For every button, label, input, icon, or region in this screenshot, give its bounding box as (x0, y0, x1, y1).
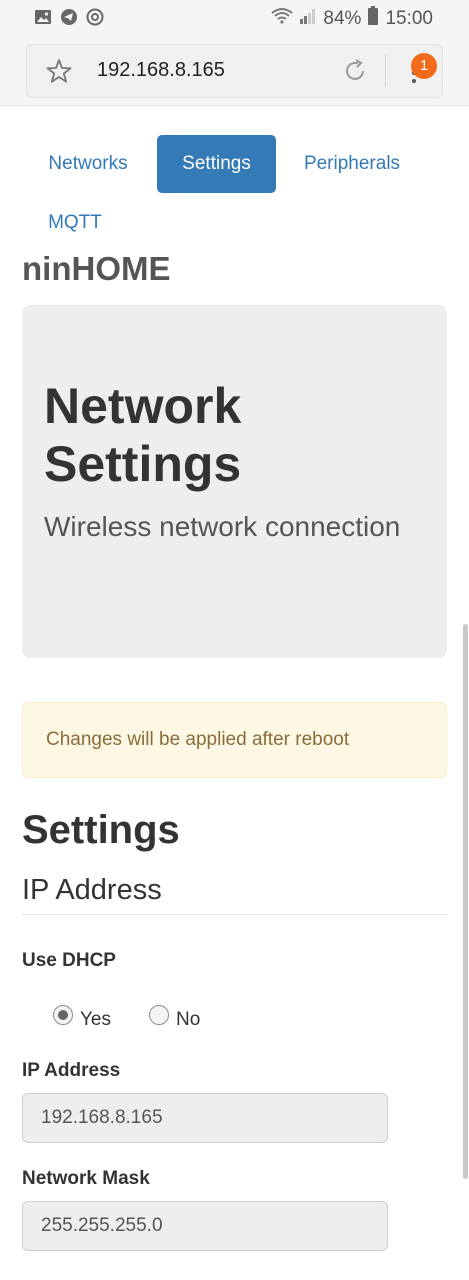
battery-icon (367, 6, 379, 32)
page-scrollbar[interactable] (463, 624, 468, 1179)
clock: 15:00 (385, 8, 433, 29)
reload-icon[interactable] (341, 57, 369, 85)
url-text[interactable]: 192.168.8.165 (97, 59, 225, 82)
browser-toolbar: 192.168.8.165 1 (0, 36, 469, 106)
toolbar-divider (385, 55, 386, 87)
status-bar: 84% 15:00 (0, 0, 469, 36)
tab-peripherals[interactable]: Peripherals (292, 135, 412, 193)
settings-heading: Settings (22, 808, 180, 852)
brand-title: ninHOME (22, 250, 171, 287)
ip-address-label: IP Address (22, 1060, 121, 1081)
alert-message: Changes will be applied after reboot (46, 729, 350, 750)
dhcp-no-radio[interactable] (149, 1005, 169, 1025)
address-bar[interactable]: 192.168.8.165 1 (26, 44, 443, 98)
tab-mqtt[interactable]: MQTT (36, 194, 114, 252)
dhcp-no-label[interactable]: No (176, 1009, 200, 1031)
divider (22, 914, 447, 915)
signal-icon (299, 7, 317, 31)
dhcp-yes-radio[interactable] (53, 1005, 73, 1025)
notification-badge[interactable]: 1 (411, 53, 437, 79)
network-mask-field[interactable]: 255.255.255.0 (22, 1201, 388, 1251)
tab-settings[interactable]: Settings (157, 135, 276, 193)
wifi-icon (271, 7, 294, 31)
network-mask-label: Network Mask (22, 1168, 150, 1189)
status-left-icons (34, 8, 104, 26)
telegram-icon (60, 8, 78, 26)
page-subtitle: Wireless network connection (44, 511, 401, 542)
section-title: IP Address (22, 874, 162, 906)
dhcp-yes-label[interactable]: Yes (80, 1009, 111, 1031)
at-sync-icon (86, 8, 104, 26)
page-title: Network Settings (44, 378, 242, 492)
status-right: 84% 15:00 (271, 6, 433, 32)
image-icon (34, 8, 52, 26)
dhcp-label: Use DHCP (22, 950, 116, 971)
tab-networks[interactable]: Networks (36, 135, 140, 193)
jumbotron: Network Settings Wireless network connec… (22, 305, 447, 658)
reboot-alert: Changes will be applied after reboot (22, 702, 447, 778)
ip-address-field[interactable]: 192.168.8.165 (22, 1093, 388, 1143)
battery-percent: 84% (323, 8, 362, 29)
bookmark-star-icon[interactable] (45, 57, 73, 85)
